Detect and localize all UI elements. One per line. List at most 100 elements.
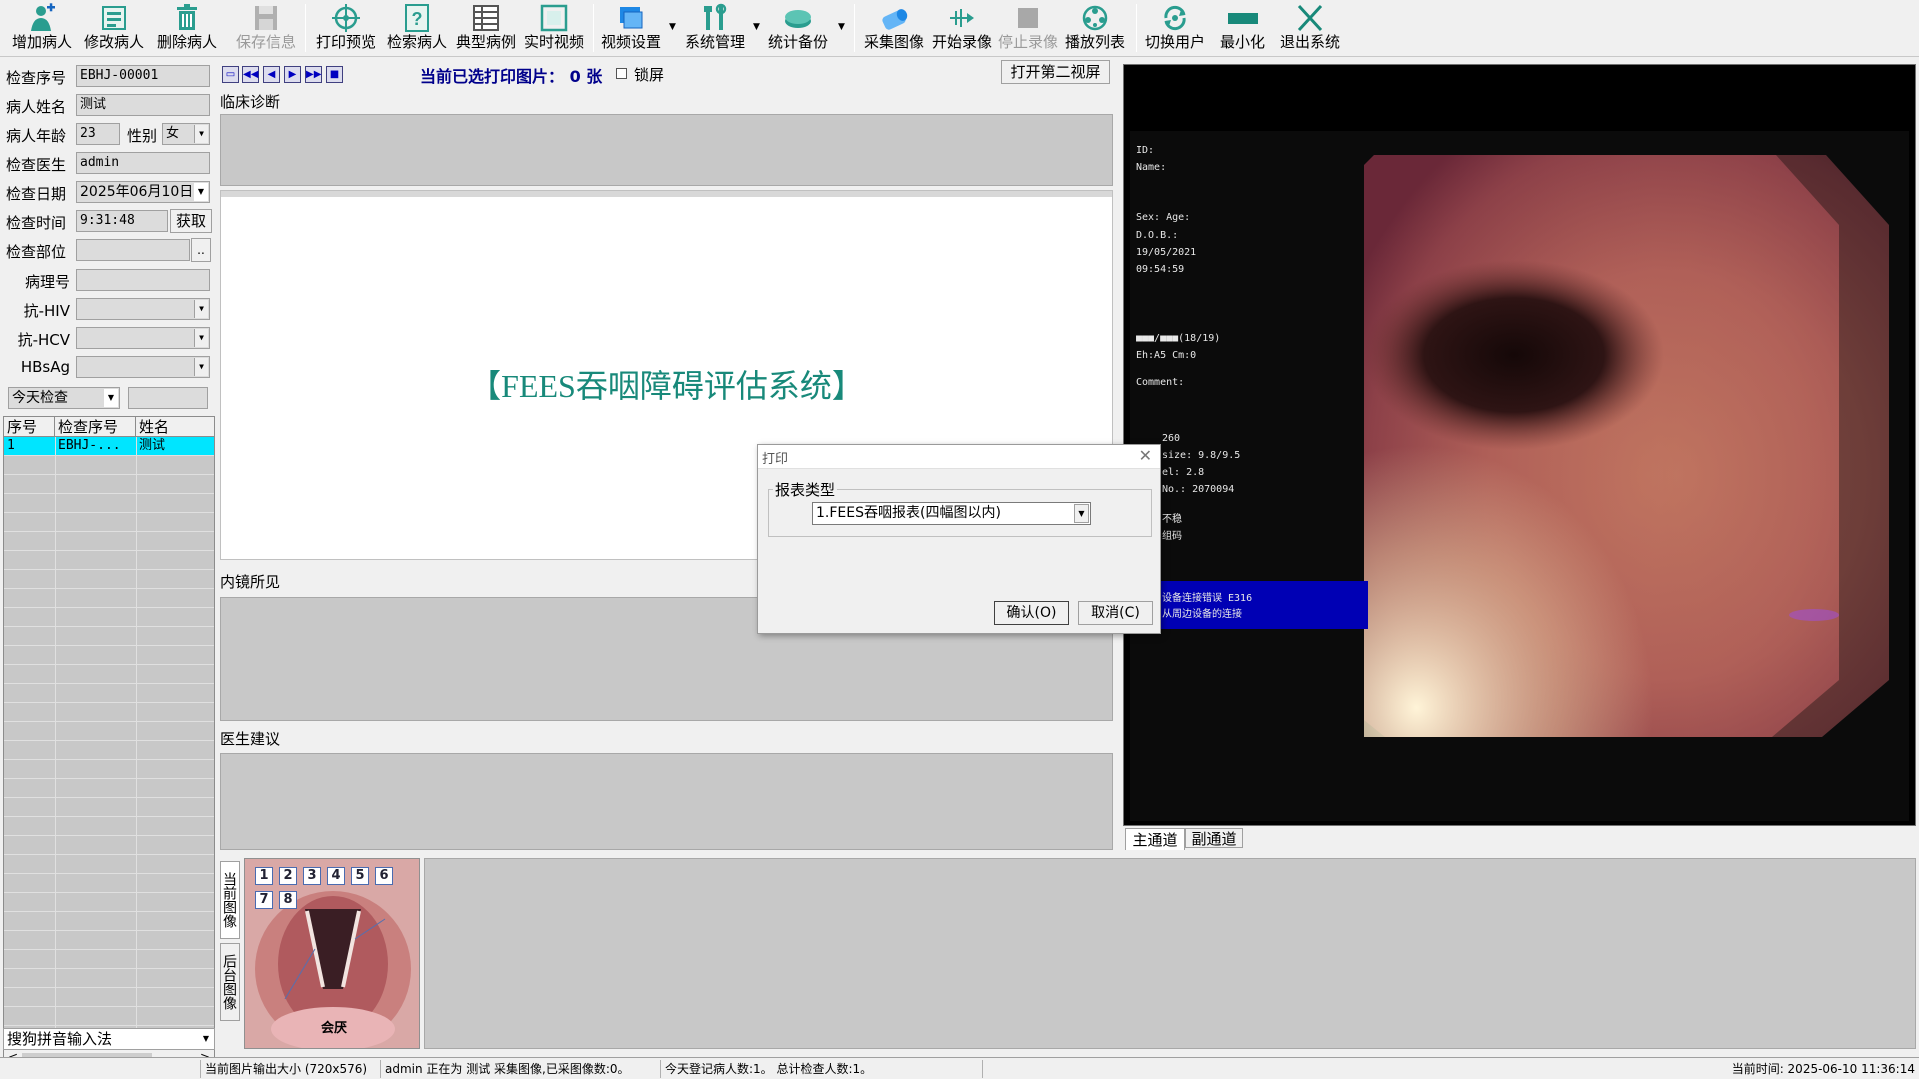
grid-row-line (4, 987, 214, 988)
hcv-select[interactable]: ▼ (76, 327, 210, 349)
pathology-no-field[interactable] (76, 269, 210, 291)
last-image-icon[interactable]: ▶▶ (305, 66, 322, 83)
toolbar-separator (1136, 4, 1137, 52)
chevron-down-icon[interactable]: ▼ (104, 389, 118, 407)
grid-row-line (4, 607, 214, 608)
chevron-down-icon[interactable]: ▼ (1074, 504, 1089, 523)
anatomy-number-badge[interactable]: 2 (279, 867, 297, 885)
clinical-diagnosis-label: 临床诊断 (220, 93, 281, 111)
exam-date-picker[interactable]: 2025年06月10日 ▼ (76, 181, 210, 203)
exam-no-field[interactable]: EBHJ-00001 (76, 65, 210, 87)
exam-site-label: 检查部位 (6, 243, 67, 261)
ok-button[interactable]: 确认(O) (994, 601, 1069, 625)
anatomy-number-badge[interactable]: 6 (375, 867, 393, 885)
stop-record-button[interactable]: 停止录像 (998, 2, 1058, 54)
anatomy-number-badge[interactable]: 1 (255, 867, 273, 885)
anatomy-thumbnail[interactable]: 123456 78 会厌 (244, 858, 420, 1049)
next-image-icon[interactable]: ▶ (284, 66, 301, 83)
switch-user-button[interactable]: 切换用户 (1145, 2, 1205, 54)
live-video-pane[interactable]: ID: Name: Sex: Age: D.O.B.: 19/05/2021 09:54:… (1123, 64, 1916, 826)
patient-list-grid: 序号 检查序号 姓名 1 EBHJ-... 测试 < > (3, 416, 215, 1068)
clinical-diagnosis-textarea[interactable] (220, 114, 1113, 186)
grid-row-line (4, 531, 214, 532)
anatomy-number-badge[interactable]: 7 (255, 891, 273, 909)
system-admin-button[interactable]: 系统管理 (685, 2, 745, 54)
hbsag-select[interactable]: ▼ (76, 356, 210, 378)
tab-current-images[interactable]: 当前图像 (220, 861, 240, 939)
chevron-down-icon[interactable]: ▼ (194, 358, 208, 376)
start-record-button[interactable]: 开始录像 (932, 2, 992, 54)
minimize-icon (1226, 2, 1260, 34)
exam-no-label: 检查序号 (6, 69, 67, 87)
chevron-down-icon[interactable]: ▼ (194, 125, 208, 143)
anatomy-number-badge[interactable]: 3 (303, 867, 321, 885)
column-header-exam-no[interactable]: 检查序号 (55, 417, 136, 437)
live-video-button[interactable]: 实时视频 (524, 2, 584, 54)
status-activity: admin 正在为 测试 采集图像,已采图像数:0。 (380, 1060, 660, 1078)
minimize-button[interactable]: 最小化 (1220, 2, 1265, 54)
video-settings-dropdown-icon[interactable]: ▼ (669, 22, 676, 32)
search-patient-button[interactable]: ? 检索病人 (387, 2, 447, 54)
add-patient-button[interactable]: 增加病人 (12, 2, 72, 54)
video-settings-button[interactable]: 视频设置 (601, 2, 661, 54)
exam-filter-select[interactable]: 今天检查 ▼ (8, 387, 120, 409)
edit-patient-button[interactable]: 修改病人 (84, 2, 144, 54)
ime-select[interactable]: 搜狗拼音输入法 ▼ (3, 1028, 215, 1050)
capture-image-button[interactable]: 采集图像 (864, 2, 924, 54)
doctor-field[interactable]: admin (76, 152, 210, 174)
close-icon[interactable]: ✕ (1139, 446, 1152, 465)
stats-backup-button[interactable]: 统计备份 (768, 2, 828, 54)
anatomy-number-badge[interactable]: 4 (327, 867, 345, 885)
save-info-button[interactable]: 保存信息 (236, 2, 296, 54)
anatomy-number-badge[interactable]: 8 (279, 891, 297, 909)
playlist-button[interactable]: 播放列表 (1065, 2, 1125, 54)
tab-sub-channel[interactable]: 副通道 (1185, 828, 1243, 848)
cancel-button[interactable]: 取消(C) (1078, 601, 1153, 625)
prev-image-icon[interactable]: ◀ (263, 66, 280, 83)
chevron-down-icon[interactable]: ▼ (194, 183, 208, 201)
stop-icon[interactable]: ■ (326, 66, 343, 83)
sex-select[interactable]: 女 ▼ (162, 123, 210, 145)
stats-backup-dropdown-icon[interactable]: ▼ (838, 22, 845, 32)
report-type-select[interactable]: 1.FEES吞咽报表(四幅图以内) ▼ (812, 502, 1091, 525)
exam-filter-value: 今天检查 (12, 390, 68, 406)
status-counts: 今天登记病人数:1。 总计检查人数:1。 (660, 1060, 982, 1078)
tab-main-channel[interactable]: 主通道 (1125, 828, 1185, 850)
dialog-titlebar: 打印 ✕ (758, 445, 1160, 469)
chevron-down-icon[interactable]: ▼ (199, 1030, 213, 1048)
lock-screen-label: 锁屏 (634, 66, 665, 84)
toolbar-label: 播放列表 (1065, 33, 1126, 51)
doctor-advice-textarea[interactable] (220, 753, 1113, 850)
filter-search-field[interactable] (128, 387, 208, 409)
chevron-down-icon[interactable]: ▼ (194, 300, 208, 318)
layout-icon[interactable]: ▭ (222, 66, 239, 83)
exit-button[interactable]: 退出系统 (1280, 2, 1340, 54)
patient-name-field[interactable]: 测试 (76, 94, 210, 116)
delete-patient-button[interactable]: 删除病人 (157, 2, 217, 54)
lock-screen-checkbox[interactable] (616, 68, 627, 79)
doctor-label: 检查医生 (6, 156, 67, 174)
exam-time-field[interactable]: 9:31:48 (76, 210, 168, 232)
grid-row-line (4, 873, 214, 874)
column-header-index[interactable]: 序号 (4, 417, 55, 437)
first-image-icon[interactable]: ◀◀ (242, 66, 259, 83)
get-time-button[interactable]: 获取 (170, 209, 212, 233)
tab-background-images[interactable]: 后台图像 (220, 943, 240, 1021)
anatomy-number-badge[interactable]: 5 (351, 867, 369, 885)
status-output-size: 当前图片输出大小 (720x576) (200, 1060, 380, 1078)
print-preview-button[interactable]: 打印预览 (316, 2, 376, 54)
system-admin-dropdown-icon[interactable]: ▼ (753, 22, 760, 32)
selected-images-count: 当前已选打印图片： 0 张 (420, 67, 603, 86)
exam-time-label: 检查时间 (6, 214, 67, 232)
chevron-down-icon[interactable]: ▼ (194, 329, 208, 347)
sex-value: 女 (166, 126, 180, 141)
open-second-screen-button[interactable]: 打开第二视屏 (1001, 60, 1110, 84)
exam-site-field[interactable] (76, 239, 190, 261)
column-header-name[interactable]: 姓名 (136, 417, 214, 437)
typical-case-button[interactable]: 典型病例 (456, 2, 516, 54)
osd-line: Sex: Age: (1136, 212, 1191, 223)
hiv-select[interactable]: ▼ (76, 298, 210, 320)
endoscope-image (1130, 131, 1909, 821)
patient-age-field[interactable]: 23 (76, 123, 120, 145)
exam-site-browse-button[interactable]: .. (191, 238, 211, 262)
